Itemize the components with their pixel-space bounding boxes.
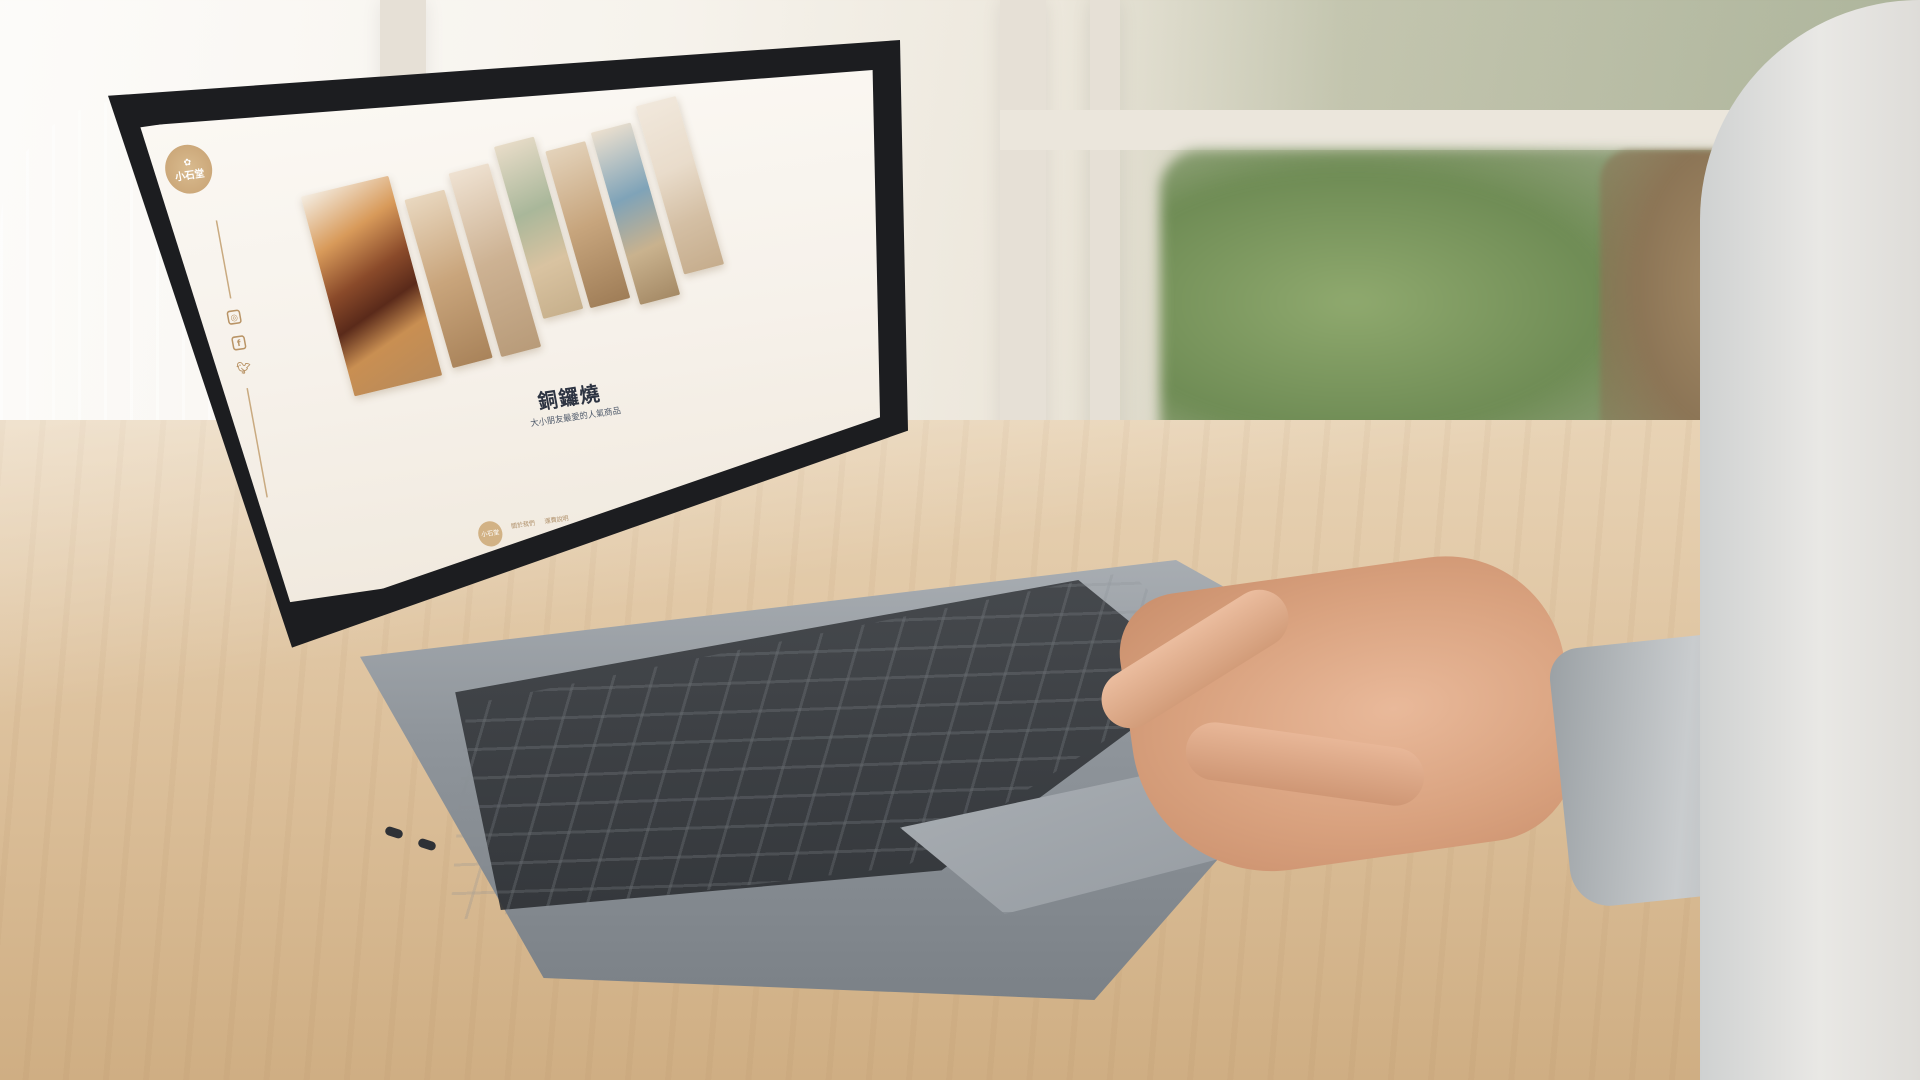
instagram-icon[interactable]: ◎	[226, 309, 243, 326]
twitter-icon[interactable]: 🐦︎	[235, 360, 252, 377]
footer-logo[interactable]: 小石堂	[476, 519, 505, 549]
footer-link-shipping[interactable]: 運費說明	[544, 514, 569, 526]
site-logo[interactable]: ✿ 小石堂	[161, 141, 217, 197]
facebook-icon[interactable]: f	[230, 334, 247, 351]
footer-logo-text: 小石堂	[480, 528, 500, 539]
side-divider	[215, 220, 232, 299]
footer-link-about[interactable]: 關於我們	[510, 519, 535, 531]
site-logo-text: 小石堂	[174, 167, 206, 184]
person	[1700, 0, 1920, 1080]
